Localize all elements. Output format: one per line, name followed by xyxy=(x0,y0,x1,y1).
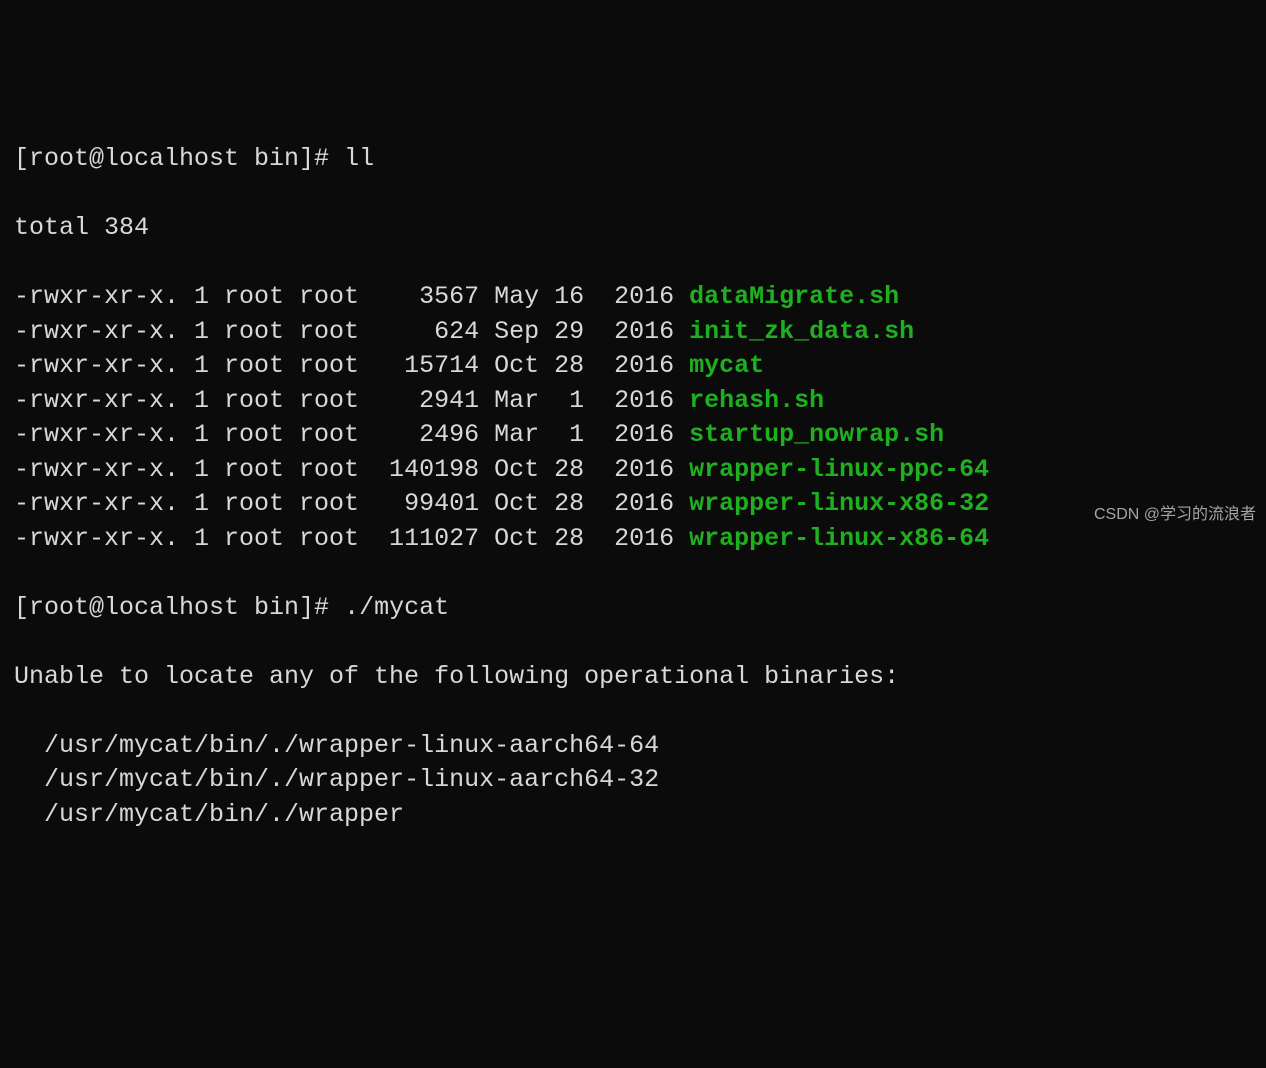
file-name: init_zk_data.sh xyxy=(689,317,914,346)
file-meta: -rwxr-xr-x. 1 root root 2496 Mar 1 2016 xyxy=(14,420,689,449)
file-name: startup_nowrap.sh xyxy=(689,420,944,449)
list-item: -rwxr-xr-x. 1 root root 2941 Mar 1 2016 … xyxy=(14,384,1252,419)
shell-prompt: [root@localhost bin]# xyxy=(14,593,344,622)
error-header: Unable to locate any of the following op… xyxy=(14,660,1252,695)
file-listing: -rwxr-xr-x. 1 root root 3567 May 16 2016… xyxy=(14,280,1252,556)
file-meta: -rwxr-xr-x. 1 root root 111027 Oct 28 20… xyxy=(14,524,689,553)
file-meta: -rwxr-xr-x. 1 root root 3567 May 16 2016 xyxy=(14,282,689,311)
shell-prompt: [root@localhost bin]# xyxy=(14,144,344,173)
command-ll: ll xyxy=(344,144,374,173)
list-item: -rwxr-xr-x. 1 root root 99401 Oct 28 201… xyxy=(14,487,1252,522)
error-line: /usr/mycat/bin/./wrapper xyxy=(14,798,1252,833)
list-item: -rwxr-xr-x. 1 root root 3567 May 16 2016… xyxy=(14,280,1252,315)
file-meta: -rwxr-xr-x. 1 root root 99401 Oct 28 201… xyxy=(14,489,689,518)
error-line: /usr/mycat/bin/./wrapper-linux-aarch64-3… xyxy=(14,763,1252,798)
file-meta: -rwxr-xr-x. 1 root root 2941 Mar 1 2016 xyxy=(14,386,689,415)
list-item: -rwxr-xr-x. 1 root root 624 Sep 29 2016 … xyxy=(14,315,1252,350)
prompt-line-1[interactable]: [root@localhost bin]# ll xyxy=(14,142,1252,177)
file-name: wrapper-linux-x86-64 xyxy=(689,524,989,553)
file-meta: -rwxr-xr-x. 1 root root 15714 Oct 28 201… xyxy=(14,351,689,380)
watermark: CSDN @学习的流浪者 xyxy=(1094,504,1256,526)
file-name: wrapper-linux-x86-32 xyxy=(689,489,989,518)
prompt-line-2[interactable]: [root@localhost bin]# ./mycat xyxy=(14,591,1252,626)
file-meta: -rwxr-xr-x. 1 root root 140198 Oct 28 20… xyxy=(14,455,689,484)
list-item: -rwxr-xr-x. 1 root root 15714 Oct 28 201… xyxy=(14,349,1252,384)
error-lines: /usr/mycat/bin/./wrapper-linux-aarch64-6… xyxy=(14,729,1252,833)
file-name: rehash.sh xyxy=(689,386,824,415)
file-name: mycat xyxy=(689,351,764,380)
error-line: /usr/mycat/bin/./wrapper-linux-aarch64-6… xyxy=(14,729,1252,764)
list-item: -rwxr-xr-x. 1 root root 2496 Mar 1 2016 … xyxy=(14,418,1252,453)
list-item: -rwxr-xr-x. 1 root root 140198 Oct 28 20… xyxy=(14,453,1252,488)
file-name: dataMigrate.sh xyxy=(689,282,899,311)
file-name: wrapper-linux-ppc-64 xyxy=(689,455,989,484)
total-line: total 384 xyxy=(14,211,1252,246)
file-meta: -rwxr-xr-x. 1 root root 624 Sep 29 2016 xyxy=(14,317,689,346)
command-mycat: ./mycat xyxy=(344,593,449,622)
list-item: -rwxr-xr-x. 1 root root 111027 Oct 28 20… xyxy=(14,522,1252,557)
